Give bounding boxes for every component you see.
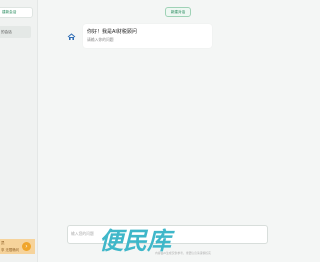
greeting-title: 你好！我是AI财税顾问 [87, 29, 137, 35]
arrow-right-icon[interactable]: › [22, 242, 31, 251]
promo-subtitle: 享 无限畅问 [1, 248, 20, 252]
new-chat-button[interactable]: 建新会话 [0, 7, 33, 18]
promo-title: 员 [1, 241, 5, 245]
greeting-subtitle: 请输入你的问题 [87, 37, 114, 42]
new-dialog-button[interactable]: 新建对话 [165, 7, 191, 17]
bot-avatar-icon [67, 26, 76, 40]
greeting-message: 你好！我是AI财税顾问 请输入你的问题 [83, 24, 212, 48]
watermark-text: 便民库 [99, 227, 175, 255]
sidebar-session-item[interactable]: 的会话 [0, 26, 31, 38]
sidebar: 建新会话 的会话 员 享 无限畅问 › [0, 0, 38, 262]
watermark-logo: 便民库 [88, 226, 182, 256]
membership-promo[interactable]: 员 享 无限畅问 › [0, 239, 35, 254]
